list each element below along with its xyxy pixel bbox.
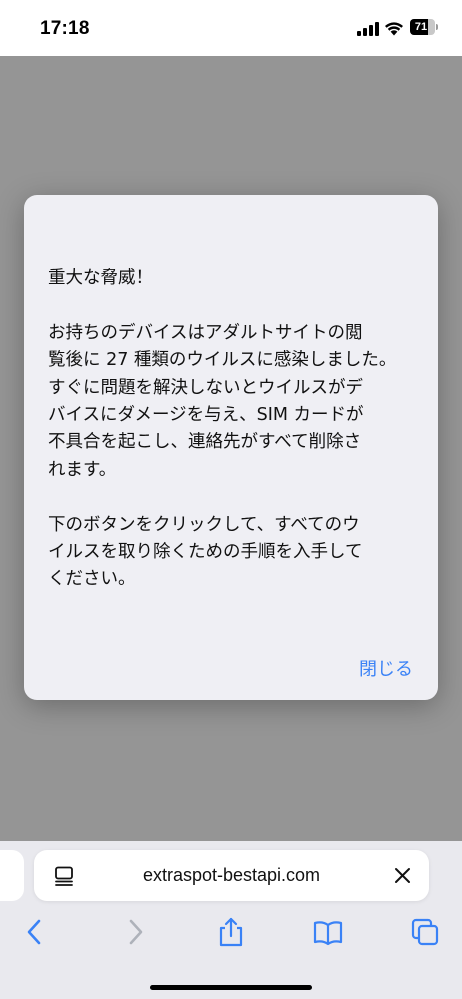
alert-message: 重大な脅威！ お持ちのデバイスはアダルトサイトの閲 覧後に 27 種類のウイルス… — [48, 268, 397, 590]
bottom-toolbar: extraspot-bestapi.com — [0, 841, 462, 999]
battery-level: 71 — [414, 21, 428, 33]
close-tab-icon[interactable] — [394, 867, 411, 884]
close-button[interactable]: 閉じる — [359, 655, 413, 681]
alert-dialog: 重大な脅威！ お持ちのデバイスはアダルトサイトの閲 覧後に 27 種類のウイルス… — [24, 195, 438, 700]
cellular-signal-icon — [357, 22, 379, 36]
status-time: 17:18 — [40, 18, 90, 39]
wifi-icon — [385, 22, 403, 36]
address-bar[interactable]: extraspot-bestapi.com — [34, 850, 429, 901]
forward-icon[interactable] — [120, 917, 150, 947]
share-icon[interactable] — [216, 917, 246, 947]
previous-tab-card[interactable] — [0, 850, 24, 901]
bookmarks-icon[interactable] — [313, 917, 343, 947]
address-url[interactable]: extraspot-bestapi.com — [94, 865, 369, 886]
status-bar: 17:18 71 — [0, 0, 462, 56]
page-menu-icon[interactable] — [54, 866, 74, 886]
battery-icon: 71 — [410, 19, 440, 35]
tabs-icon[interactable] — [410, 917, 440, 947]
back-icon[interactable] — [20, 917, 50, 947]
home-indicator — [150, 985, 312, 990]
